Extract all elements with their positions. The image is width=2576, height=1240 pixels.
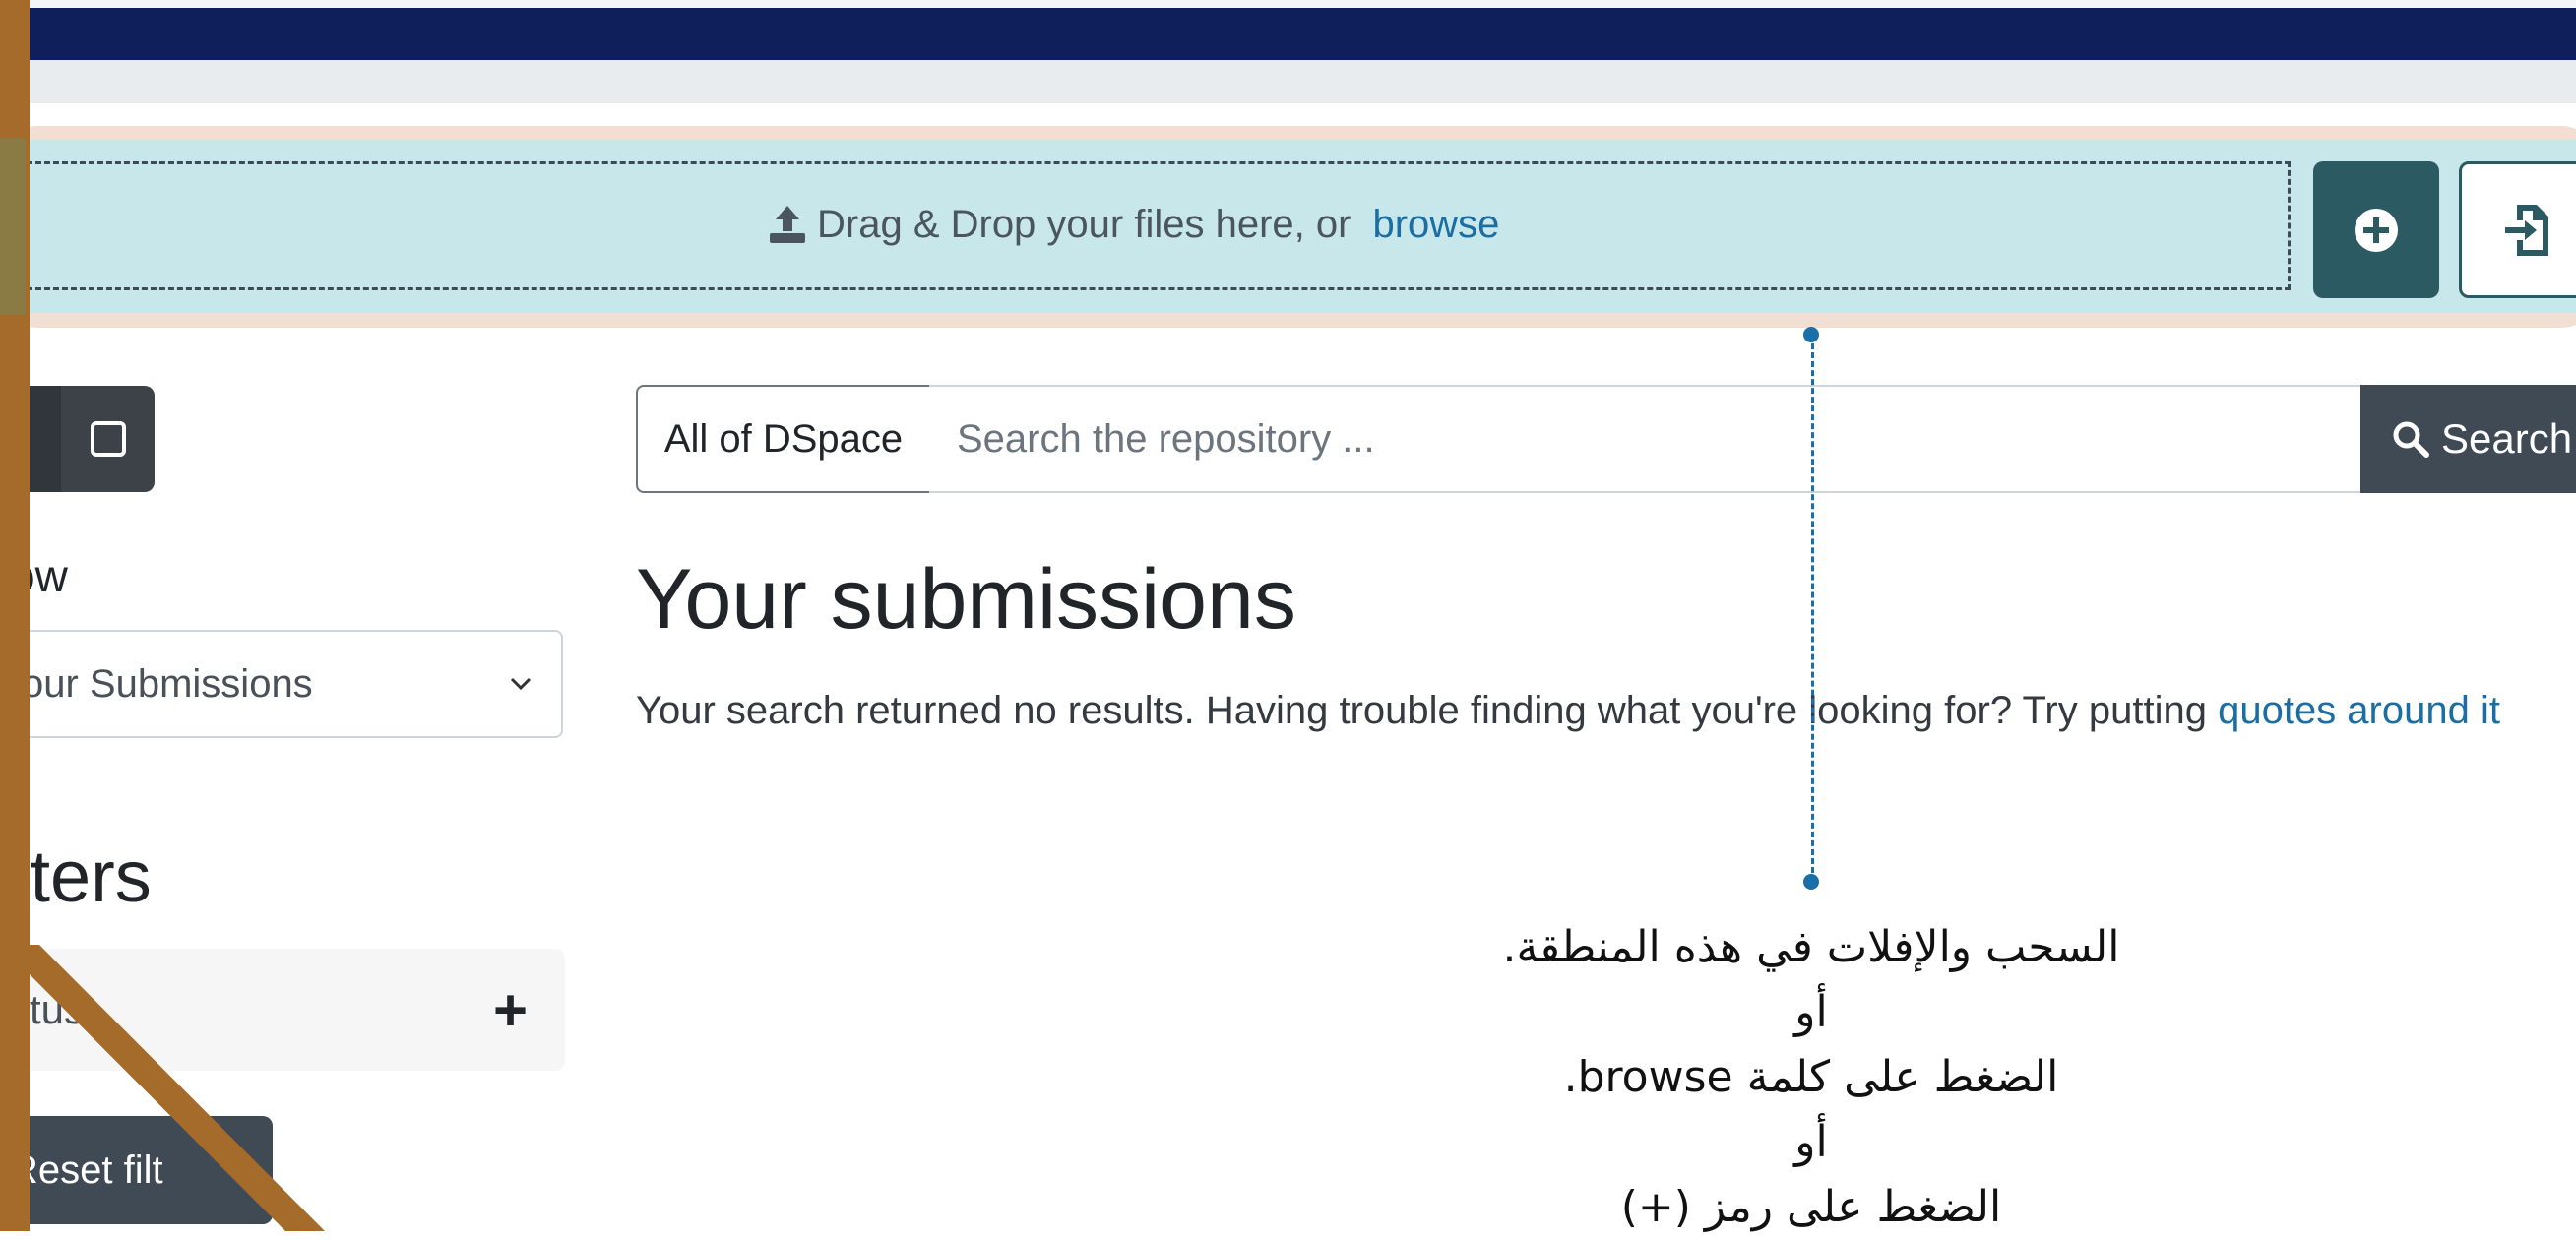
callout-line-5: الضغط على رمز (+) [1620, 1182, 2002, 1232]
page-title: Your submissions [636, 552, 1296, 647]
decorative-frame-band [0, 138, 26, 315]
breadcrumb-band [0, 60, 2576, 103]
grid-view-button[interactable] [61, 386, 155, 492]
browse-link[interactable]: browse [1372, 203, 1499, 247]
callout-instructions: السحب والإفلات في هذه المنطقة. أو الضغط … [1319, 915, 2303, 1240]
add-submission-button[interactable] [2313, 161, 2439, 298]
no-results-text: Your search returned no results. Having … [636, 689, 2207, 732]
callout-dot-top [1803, 327, 1819, 342]
configuration-select-value: our Submissions [22, 661, 313, 706]
file-import-icon [2505, 204, 2548, 256]
no-results-message: Your search returned no results. Having … [636, 689, 2500, 733]
import-button[interactable] [2459, 161, 2576, 298]
filters-heading: lters [14, 836, 152, 917]
plus-circle-icon [2355, 208, 2398, 252]
upload-icon [770, 206, 805, 243]
expand-plus-icon: + [492, 976, 528, 1043]
chevron-down-icon [510, 677, 532, 691]
configuration-select[interactable]: our Submissions [0, 630, 563, 738]
navbar [0, 8, 2576, 60]
search-scope-button[interactable]: All of DSpace [636, 385, 931, 493]
decorative-diagonal [0, 945, 325, 1231]
callout-line [1811, 335, 1814, 882]
callout-line-3: الضغط على كلمة browse. [1563, 1052, 2059, 1102]
search-button[interactable]: Search [2360, 385, 2576, 493]
callout-line-1: السحب والإفلات في هذه المنطقة. [1502, 922, 2120, 972]
dropzone-label: Drag & Drop your files here, or browse [768, 197, 1499, 252]
grid-icon [90, 421, 126, 457]
search-button-label: Search [2441, 415, 2573, 462]
dropzone-text: Drag & Drop your files here, or [817, 202, 1351, 246]
search-scope-label: All of DSpace [663, 416, 904, 461]
callout-dot-bottom [1803, 874, 1819, 890]
search-input[interactable] [929, 385, 2362, 493]
quotes-help-link[interactable]: quotes around it [2218, 689, 2500, 732]
search-icon [2393, 421, 2429, 458]
callout-line-2: أو [1794, 987, 1828, 1037]
top-band [0, 0, 2576, 8]
callout-line-4: أو [1794, 1117, 1828, 1167]
